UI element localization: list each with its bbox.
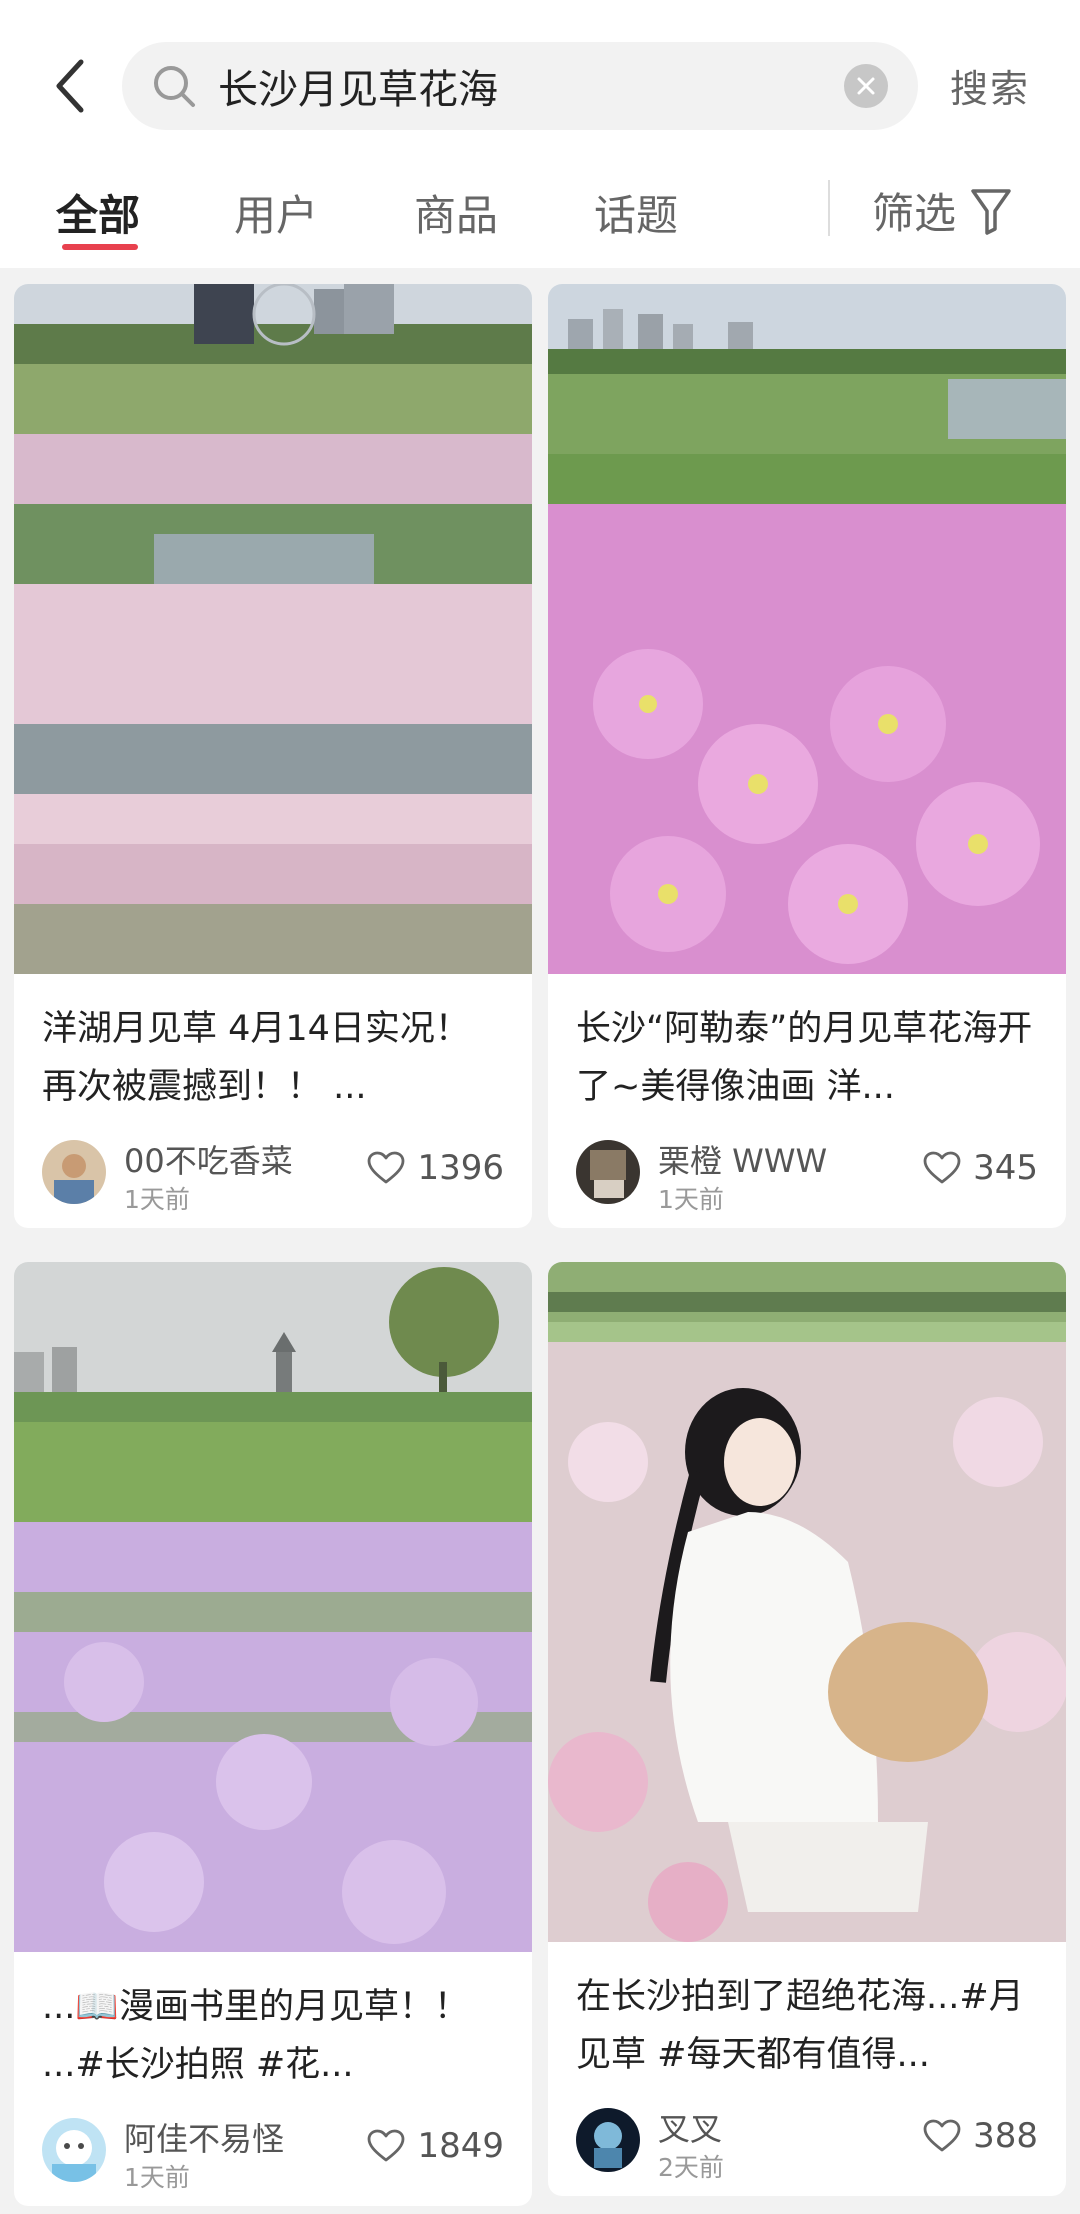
search-button[interactable]: 搜索: [950, 58, 1030, 113]
avatar[interactable]: [576, 2108, 640, 2172]
post-cover-image[interactable]: [14, 284, 532, 974]
like-button[interactable]: 345: [923, 1148, 1038, 1188]
like-count: 1396: [417, 1148, 504, 1188]
heart-icon: [368, 1151, 405, 1184]
post-time: 1天前: [124, 2163, 190, 2192]
avatar[interactable]: [42, 1140, 106, 1204]
tab-users[interactable]: 用户: [234, 182, 318, 243]
post-title: 洋湖月见草 4月14日实况！再次被震撼到！！ ...: [42, 1009, 470, 1107]
post-title: 长沙“阿勒泰”的月见草花海开了~美得像油画 洋...: [576, 1009, 1033, 1107]
post-time: 2天前: [658, 2153, 724, 2182]
author-name[interactable]: 00不吃香菜: [124, 1136, 293, 1182]
post-cover-image[interactable]: [548, 284, 1066, 974]
search-icon: [152, 63, 198, 109]
author-name[interactable]: 栗橙 WWW: [658, 1136, 827, 1182]
post-meta: 阿佳不易怪 1天前 1849: [14, 2094, 532, 2206]
search-box[interactable]: [122, 42, 918, 130]
heart-icon: [923, 2119, 961, 2152]
funnel-icon: [970, 186, 1016, 236]
like-count: 1849: [417, 2126, 504, 2166]
avatar[interactable]: [42, 2118, 106, 2182]
filter-label: 筛选: [872, 189, 957, 238]
post-cover-image[interactable]: [548, 1262, 1066, 1942]
post-time: 1天前: [658, 1185, 724, 1214]
like-count: 388: [973, 2116, 1038, 2156]
heart-icon: [368, 2129, 405, 2162]
post-card[interactable]: 在长沙拍到了超绝花海...#月见草 #每天都有值得... 叉叉 2天前 388: [548, 1262, 1066, 2196]
tabs-divider: [828, 180, 830, 236]
back-button[interactable]: [40, 52, 100, 120]
heart-icon: [923, 1151, 961, 1184]
post-card[interactable]: 长沙“阿勒泰”的月见草花海开了~美得像油画 洋... 栗橙 WWW 1天前 34…: [548, 284, 1066, 1228]
top-bar: 搜索 全部 用户 商品 话题 筛选: [0, 0, 1080, 268]
tab-products[interactable]: 商品: [414, 182, 498, 243]
chevron-left-icon: [56, 59, 84, 113]
avatar[interactable]: [576, 1140, 640, 1204]
search-input[interactable]: [216, 62, 820, 110]
tab-all[interactable]: 全部: [56, 182, 140, 243]
author-name[interactable]: 叉叉: [658, 2104, 722, 2150]
post-meta: 叉叉 2天前 388: [548, 2084, 1066, 2196]
post-card[interactable]: 洋湖月见草 4月14日实况！再次被震撼到！！ ... 00不吃香菜 1天前 13…: [14, 284, 532, 1228]
tab-topics[interactable]: 话题: [594, 182, 678, 243]
post-time: 1天前: [124, 1185, 190, 1214]
post-card[interactable]: ...📖漫画书里的月见草！！ ...#长沙拍照 #花... 阿佳不易怪 1天前 …: [14, 1262, 532, 2206]
post-title: ...📖漫画书里的月见草！！ ...#长沙拍照 #花...: [42, 1987, 469, 2085]
post-meta: 栗橙 WWW 1天前 345: [548, 1116, 1066, 1228]
filter-button[interactable]: 筛选: [872, 180, 1016, 241]
post-cover-image[interactable]: [14, 1262, 532, 1952]
like-button[interactable]: 1849: [367, 2126, 504, 2166]
author-name[interactable]: 阿佳不易怪: [124, 2114, 284, 2160]
like-button[interactable]: 1396: [367, 1148, 504, 1188]
like-button[interactable]: 388: [923, 2116, 1038, 2156]
clear-search-button[interactable]: [844, 64, 888, 108]
tab-active-indicator: [62, 244, 138, 250]
result-tabs: 全部 用户 商品 话题 筛选: [0, 170, 1080, 260]
post-title: 在长沙拍到了超绝花海...#月见草 #每天都有值得...: [576, 1977, 1024, 2075]
like-count: 345: [973, 1148, 1038, 1188]
clear-icon: [857, 77, 875, 95]
post-meta: 00不吃香菜 1天前 1396: [14, 1116, 532, 1228]
